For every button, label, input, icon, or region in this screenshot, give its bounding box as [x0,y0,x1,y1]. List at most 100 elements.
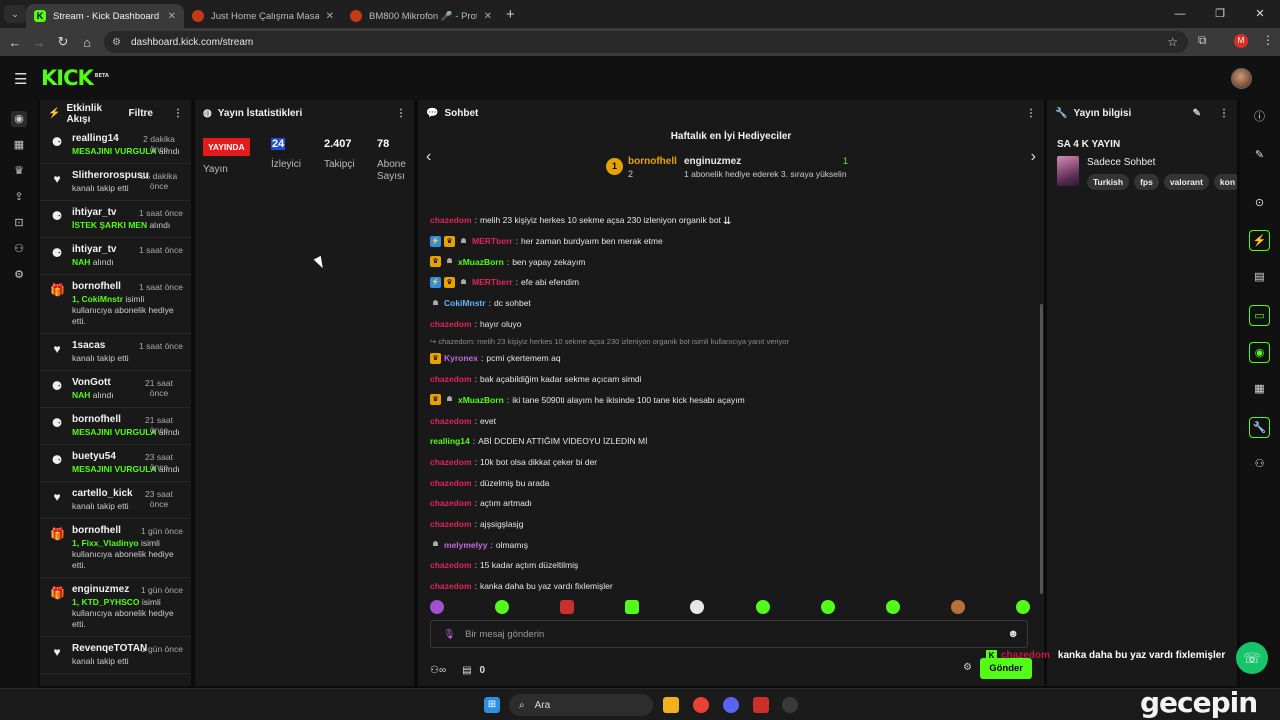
stream-broadcast-icon[interactable]: ◉ [11,111,27,127]
chat-settings-icon[interactable]: ⚙ [963,662,972,673]
tab-just-home[interactable]: Just Home Çalışma Masası - Be ✕ [184,4,342,28]
users-icon[interactable]: ⚇∞ [430,665,446,676]
minimize-icon[interactable]: — [1160,0,1200,28]
support-chat-button[interactable]: ☏ [1236,642,1268,674]
user-avatar[interactable] [1231,68,1252,89]
address-bar[interactable]: ⚙ dashboard.kick.com/stream ☆ [104,31,1188,53]
emote-icon[interactable] [495,600,510,614]
chevron-left-icon[interactable]: ‹ [426,148,431,166]
lightning-icon[interactable]: ⚡ [1249,230,1270,251]
back-arrow-icon[interactable]: ← [3,35,27,50]
browser-menu-icon[interactable]: ⋮ [1262,33,1274,47]
extensions-icon[interactable]: ⧉ [1198,33,1207,48]
stats-page-icon[interactable]: ▤ [1249,267,1270,288]
info-menu-icon[interactable]: ⋮ [1219,108,1229,119]
info-icon[interactable]: ⓘ [1249,107,1270,128]
emote-icon[interactable] [690,600,705,614]
close-window-icon[interactable]: ✕ [1240,0,1280,28]
wrench-icon[interactable]: 🔧 [1249,417,1270,438]
emote-icon[interactable] [820,600,835,614]
chat-username[interactable]: chazedom [430,498,472,508]
overlay-user: chazedom [1001,650,1050,661]
chat-username[interactable]: chazedom [430,374,472,384]
emote-icon[interactable] [755,600,770,614]
close-tab-icon[interactable]: ✕ [168,11,176,22]
chat-username[interactable]: chazedom [430,560,472,570]
edit-pencil-icon[interactable]: ✎ [1193,108,1201,119]
close-tab-icon[interactable]: ✕ [326,11,334,22]
moderation-icon[interactable]: ⊡ [11,215,27,231]
chat-username[interactable]: chazedom [430,416,472,426]
chat-username[interactable]: chazedom [430,319,472,329]
chrome-icon[interactable] [693,697,709,713]
bookmark-star-icon[interactable]: ☆ [1167,35,1178,49]
chat-username[interactable]: chazedom [430,519,472,529]
home-icon[interactable]: ⌂ [75,35,99,50]
tab-bm800[interactable]: BM800 Mikrofon 🎤 - Profesyo ✕ [342,4,500,28]
community-icon[interactable]: ⚇ [11,241,27,257]
emoji-picker-icon[interactable]: ☻ [1007,628,1019,640]
separator: : [474,456,477,467]
store-icon[interactable]: ▤ [462,665,471,676]
event-suffix: kanalı takip etti [72,501,129,511]
emote-icon[interactable] [1015,600,1030,614]
chat-username[interactable]: melymelyy [444,540,487,550]
chat-username[interactable]: chazedom [430,581,472,591]
file-explorer-icon[interactable] [663,697,679,713]
microphone-icon[interactable]: 🎙 [443,629,455,640]
app-icon[interactable] [782,697,798,713]
separator: : [474,581,477,592]
chat-username[interactable]: Kyronex [444,353,478,363]
maximize-icon[interactable]: ❐ [1200,0,1240,28]
close-tab-icon[interactable]: ✕ [484,11,492,22]
emote-icon[interactable] [560,600,575,614]
users-icon[interactable]: ⚇ [1249,454,1270,475]
dashboard-icon[interactable]: ▦ [11,137,27,153]
emote-icon[interactable] [885,600,900,614]
chat-username[interactable]: realling14 [430,436,470,446]
emote-icon[interactable] [430,600,444,614]
taskbar-search[interactable]: ⌕ Ara [509,694,653,716]
profile-avatar[interactable]: M [1234,34,1248,48]
pencil-icon[interactable]: ✎ [1249,145,1270,166]
layout-icon[interactable]: ▦ [1249,379,1270,400]
chat-username[interactable]: MERTberr [472,236,513,246]
chat-username[interactable]: MERTberr [472,277,513,287]
activity-menu-icon[interactable]: ⋮ [173,108,183,119]
broadcast-icon[interactable]: ◉ [1249,342,1270,363]
chat-username[interactable]: chazedom [430,478,472,488]
tab-search-button[interactable]: ⌄ [4,5,26,23]
hamburger-menu-icon[interactable]: ☰ [14,70,27,88]
send-button[interactable]: Gönder [980,658,1032,679]
settings-gear-icon[interactable]: ⚙ [11,267,27,283]
forward-arrow-icon[interactable]: → [27,35,51,50]
chat-username[interactable]: CokiMnstr [444,298,486,308]
site-settings-icon[interactable]: ⚙ [112,37,121,48]
chat-username[interactable]: chazedom [430,457,472,467]
kick-logo[interactable]: KICK BETA [41,66,109,90]
separator: : [474,374,477,385]
start-windows-icon[interactable]: ⊞ [484,697,500,713]
chat-icon[interactable]: ▭ [1249,305,1270,326]
tab-kick-dashboard[interactable]: K Stream - Kick Dashboard ✕ [26,4,184,28]
chat-text: ben yapay zekayım [512,256,586,267]
emote-icon[interactable] [950,600,965,614]
chat-username[interactable]: chazedom [430,215,472,225]
filter-button[interactable]: Filtre [129,108,153,119]
reload-icon[interactable]: ↻ [51,34,75,50]
new-tab-button[interactable]: + [506,6,515,23]
chat-menu-icon[interactable]: ⋮ [1026,108,1036,119]
chat-input[interactable]: 🎙 Bir mesaj gönderin ☻ [430,620,1028,648]
emote-icon[interactable] [625,600,640,614]
chevron-right-icon[interactable]: › [1031,148,1036,166]
camera-icon[interactable]: ⊙ [1249,193,1270,214]
upload-icon[interactable]: ⇪ [11,189,27,205]
trophy-icon[interactable]: ♛ [11,163,27,179]
event-suffix: kanalı takip etti [72,183,129,193]
app-icon[interactable] [753,697,769,713]
chat-username[interactable]: xMuazBorn [458,257,504,267]
stats-menu-icon[interactable]: ⋮ [396,108,406,119]
discord-icon[interactable] [723,697,739,713]
chat-username[interactable]: xMuazBorn [458,395,504,405]
chat-scrollbar[interactable] [1040,304,1043,594]
